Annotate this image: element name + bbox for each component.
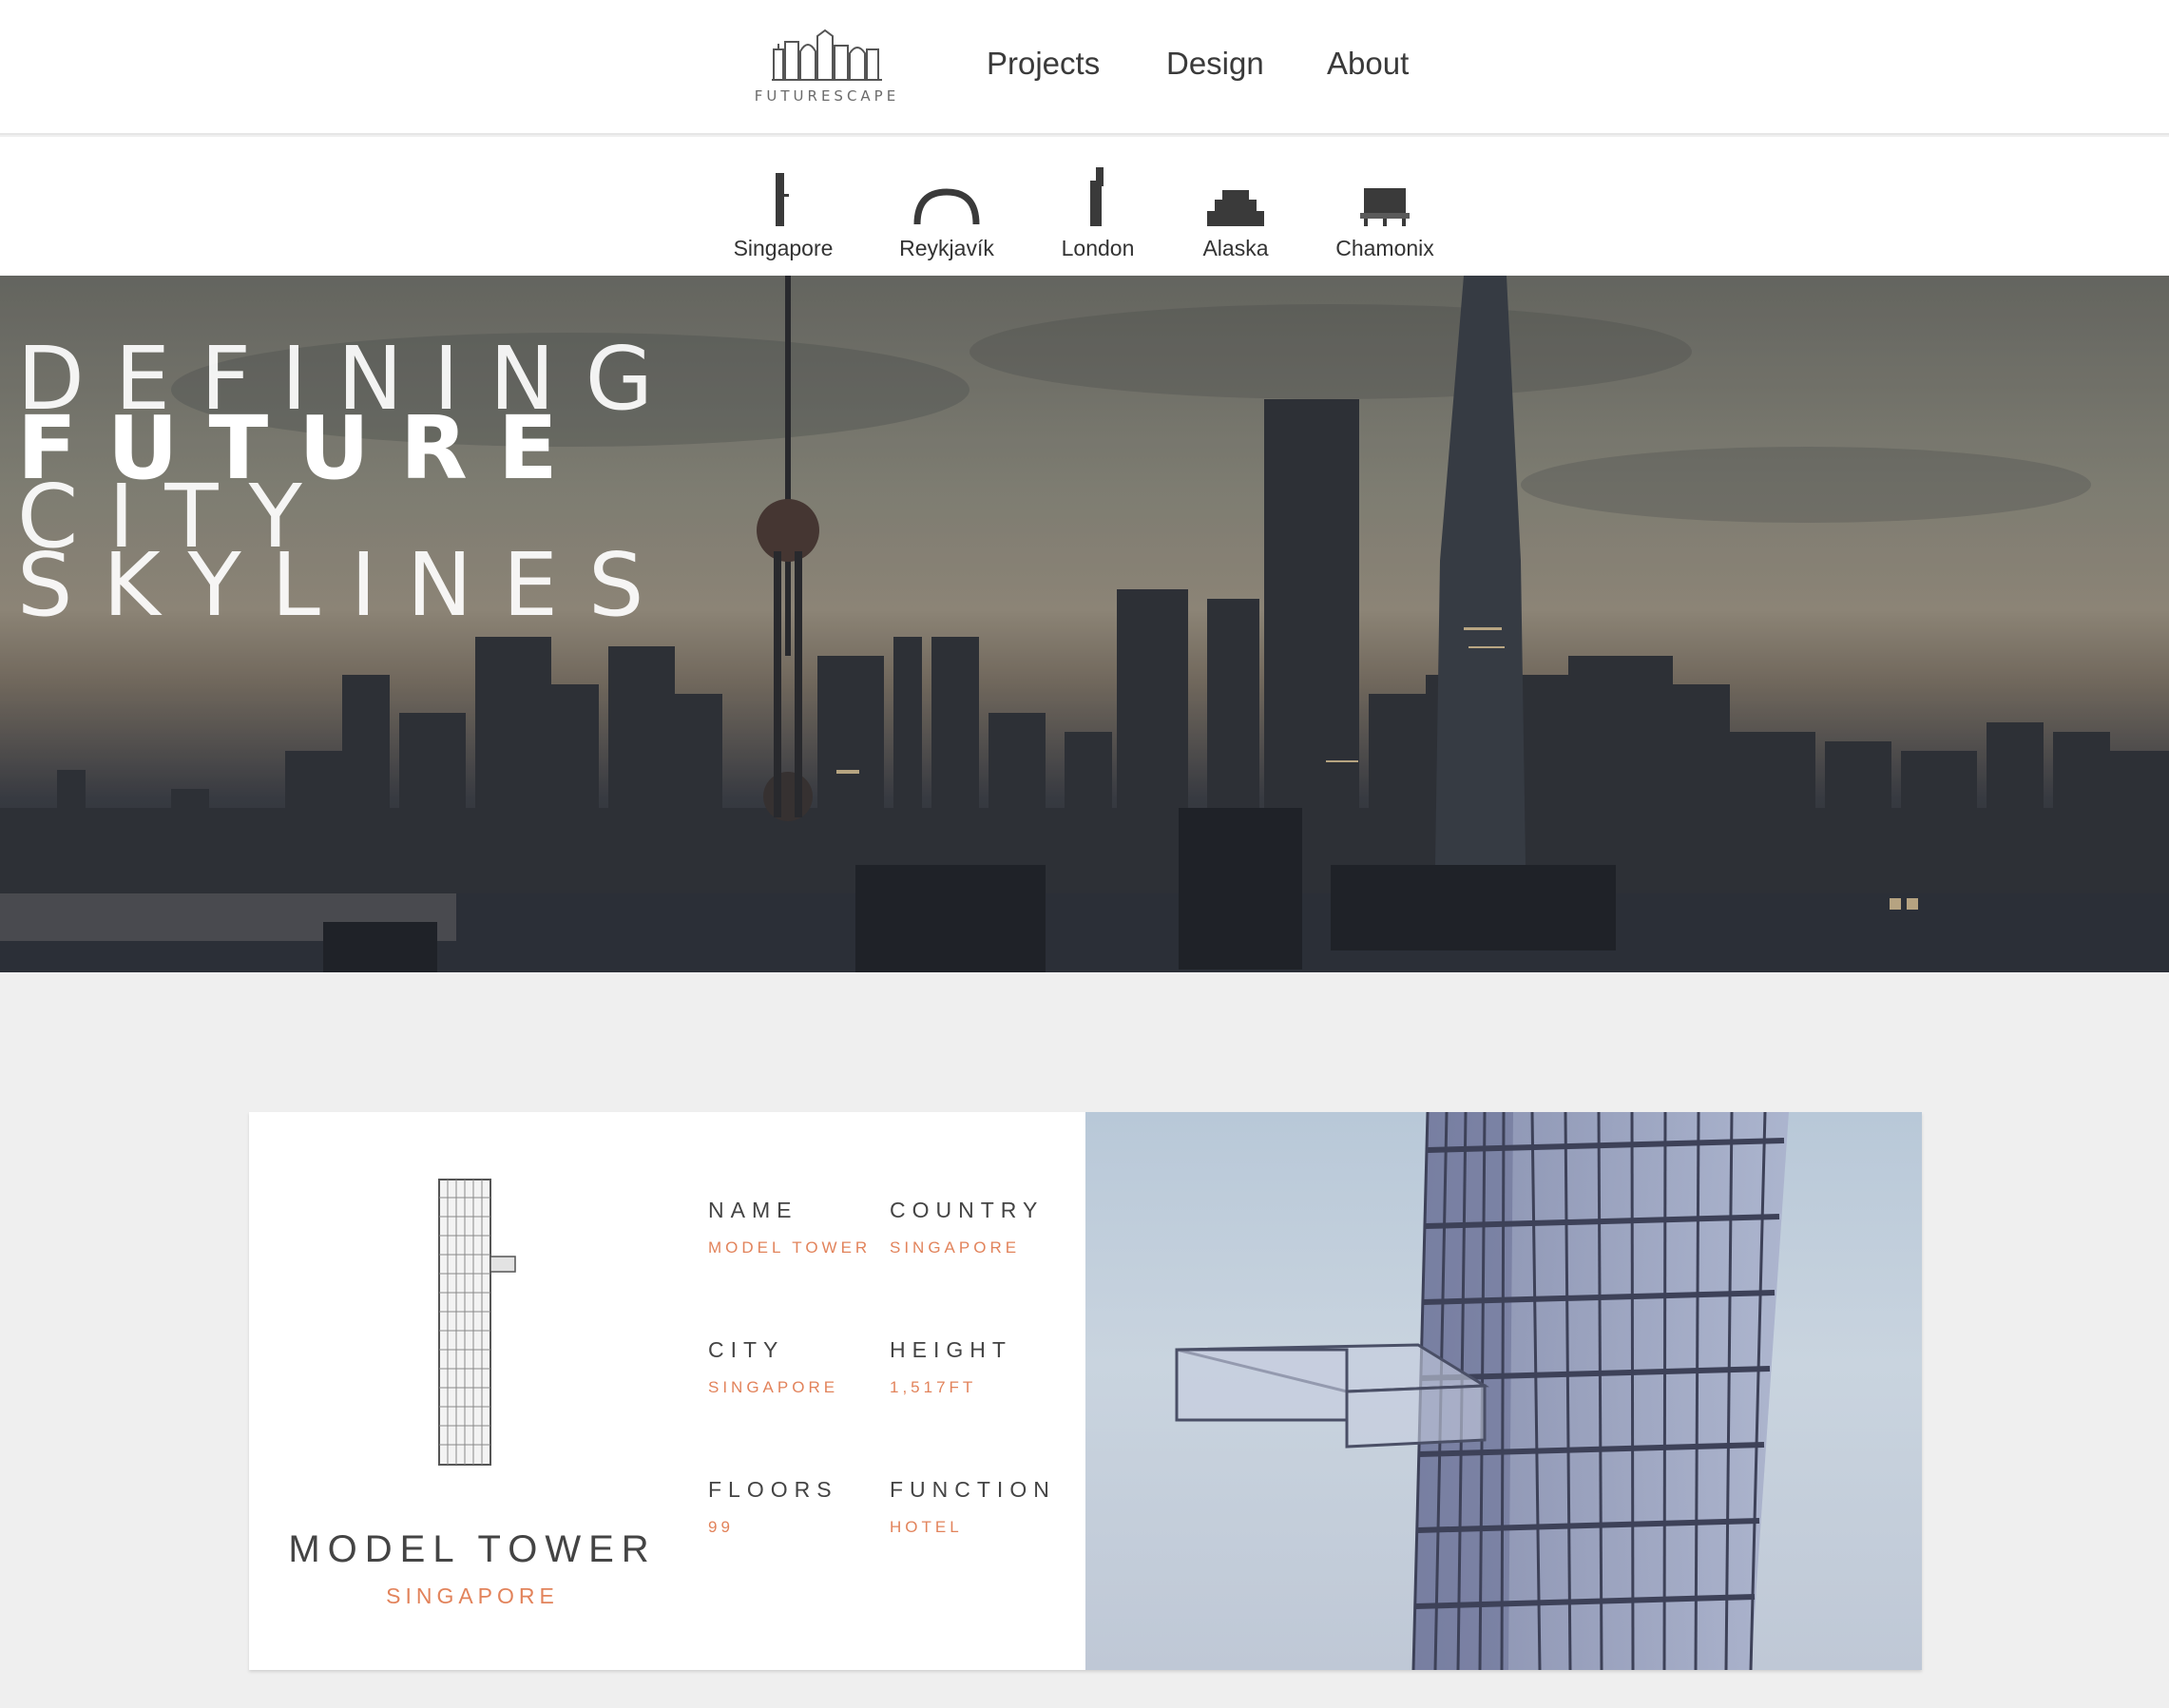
project-details: MODEL TOWER SINGAPORE NAME MODEL TOWER C… xyxy=(249,1112,1085,1670)
spec-label: CITY xyxy=(708,1337,785,1362)
spec-name: NAME MODEL TOWER xyxy=(708,1198,871,1257)
spec-label: NAME xyxy=(708,1198,798,1222)
spec-floors: FLOORS 99 xyxy=(708,1477,838,1537)
spec-label: FLOORS xyxy=(708,1477,838,1502)
nav-design-link[interactable]: Design xyxy=(1166,46,1264,82)
spec-function: FUNCTION HOTEL xyxy=(890,1477,1056,1537)
project-label: Alaska xyxy=(1202,236,1269,260)
project-label: London xyxy=(1061,236,1135,260)
spec-label: HEIGHT xyxy=(890,1337,1012,1362)
project-alaska[interactable]: Alaska xyxy=(1188,150,1283,261)
project-reykjavik[interactable]: Reykjavík xyxy=(890,150,1004,261)
spec-label: FUNCTION xyxy=(890,1477,1056,1502)
spec-value: SINGAPORE xyxy=(708,1378,839,1396)
city-skyline-logo-icon xyxy=(772,29,882,81)
spec-label: COUNTRY xyxy=(890,1198,1045,1222)
spec-value: 99 xyxy=(708,1518,734,1536)
slim-tower-icon xyxy=(776,173,789,226)
tower-render xyxy=(1175,1112,1789,1670)
stepped-tower-icon xyxy=(1090,167,1104,226)
spec-value: SINGAPORE xyxy=(890,1238,1021,1257)
spec-value: 1,517FT xyxy=(890,1378,977,1396)
nav-projects-link[interactable]: Projects xyxy=(987,46,1100,82)
project-label: Chamonix xyxy=(1335,236,1434,260)
project-title: MODEL TOWER xyxy=(288,1528,657,1570)
spec-city: CITY SINGAPORE xyxy=(708,1337,838,1397)
project-selector: Singapore Reykjavík London Alaska Chamon… xyxy=(0,137,2169,276)
hero-line-4: SKYLINES xyxy=(17,534,675,636)
tower-render-image xyxy=(1085,1112,1922,1670)
spec-country: COUNTRY SINGAPORE xyxy=(890,1198,1044,1257)
brand-name: FUTURESCAPE xyxy=(754,87,900,105)
spec-value: HOTEL xyxy=(890,1518,963,1536)
stacked-block-icon xyxy=(1207,190,1264,226)
project-label: Reykjavík xyxy=(899,236,994,260)
nav-about-link[interactable]: About xyxy=(1327,46,1409,82)
project-london[interactable]: London xyxy=(1046,150,1150,261)
project-singapore[interactable]: Singapore xyxy=(728,150,838,261)
spec-height: HEIGHT 1,517FT xyxy=(890,1337,1012,1397)
top-navigation: FUTURESCAPE Projects Design About xyxy=(0,0,2169,135)
spec-value: MODEL TOWER xyxy=(708,1238,872,1257)
tower-elevation-drawing xyxy=(438,1179,516,1466)
project-subtitle: SINGAPORE xyxy=(386,1583,559,1608)
brand-logo[interactable]: FUTURESCAPE xyxy=(751,29,903,105)
arch-icon xyxy=(913,188,980,225)
project-chamonix[interactable]: Chamonix xyxy=(1329,150,1441,261)
hero-banner: DEFINING FUTURE CITY SKYLINES xyxy=(0,276,2169,972)
project-card: MODEL TOWER SINGAPORE NAME MODEL TOWER C… xyxy=(249,1112,1922,1670)
project-label: Singapore xyxy=(733,236,834,260)
cantilever-block-icon xyxy=(1360,188,1410,226)
